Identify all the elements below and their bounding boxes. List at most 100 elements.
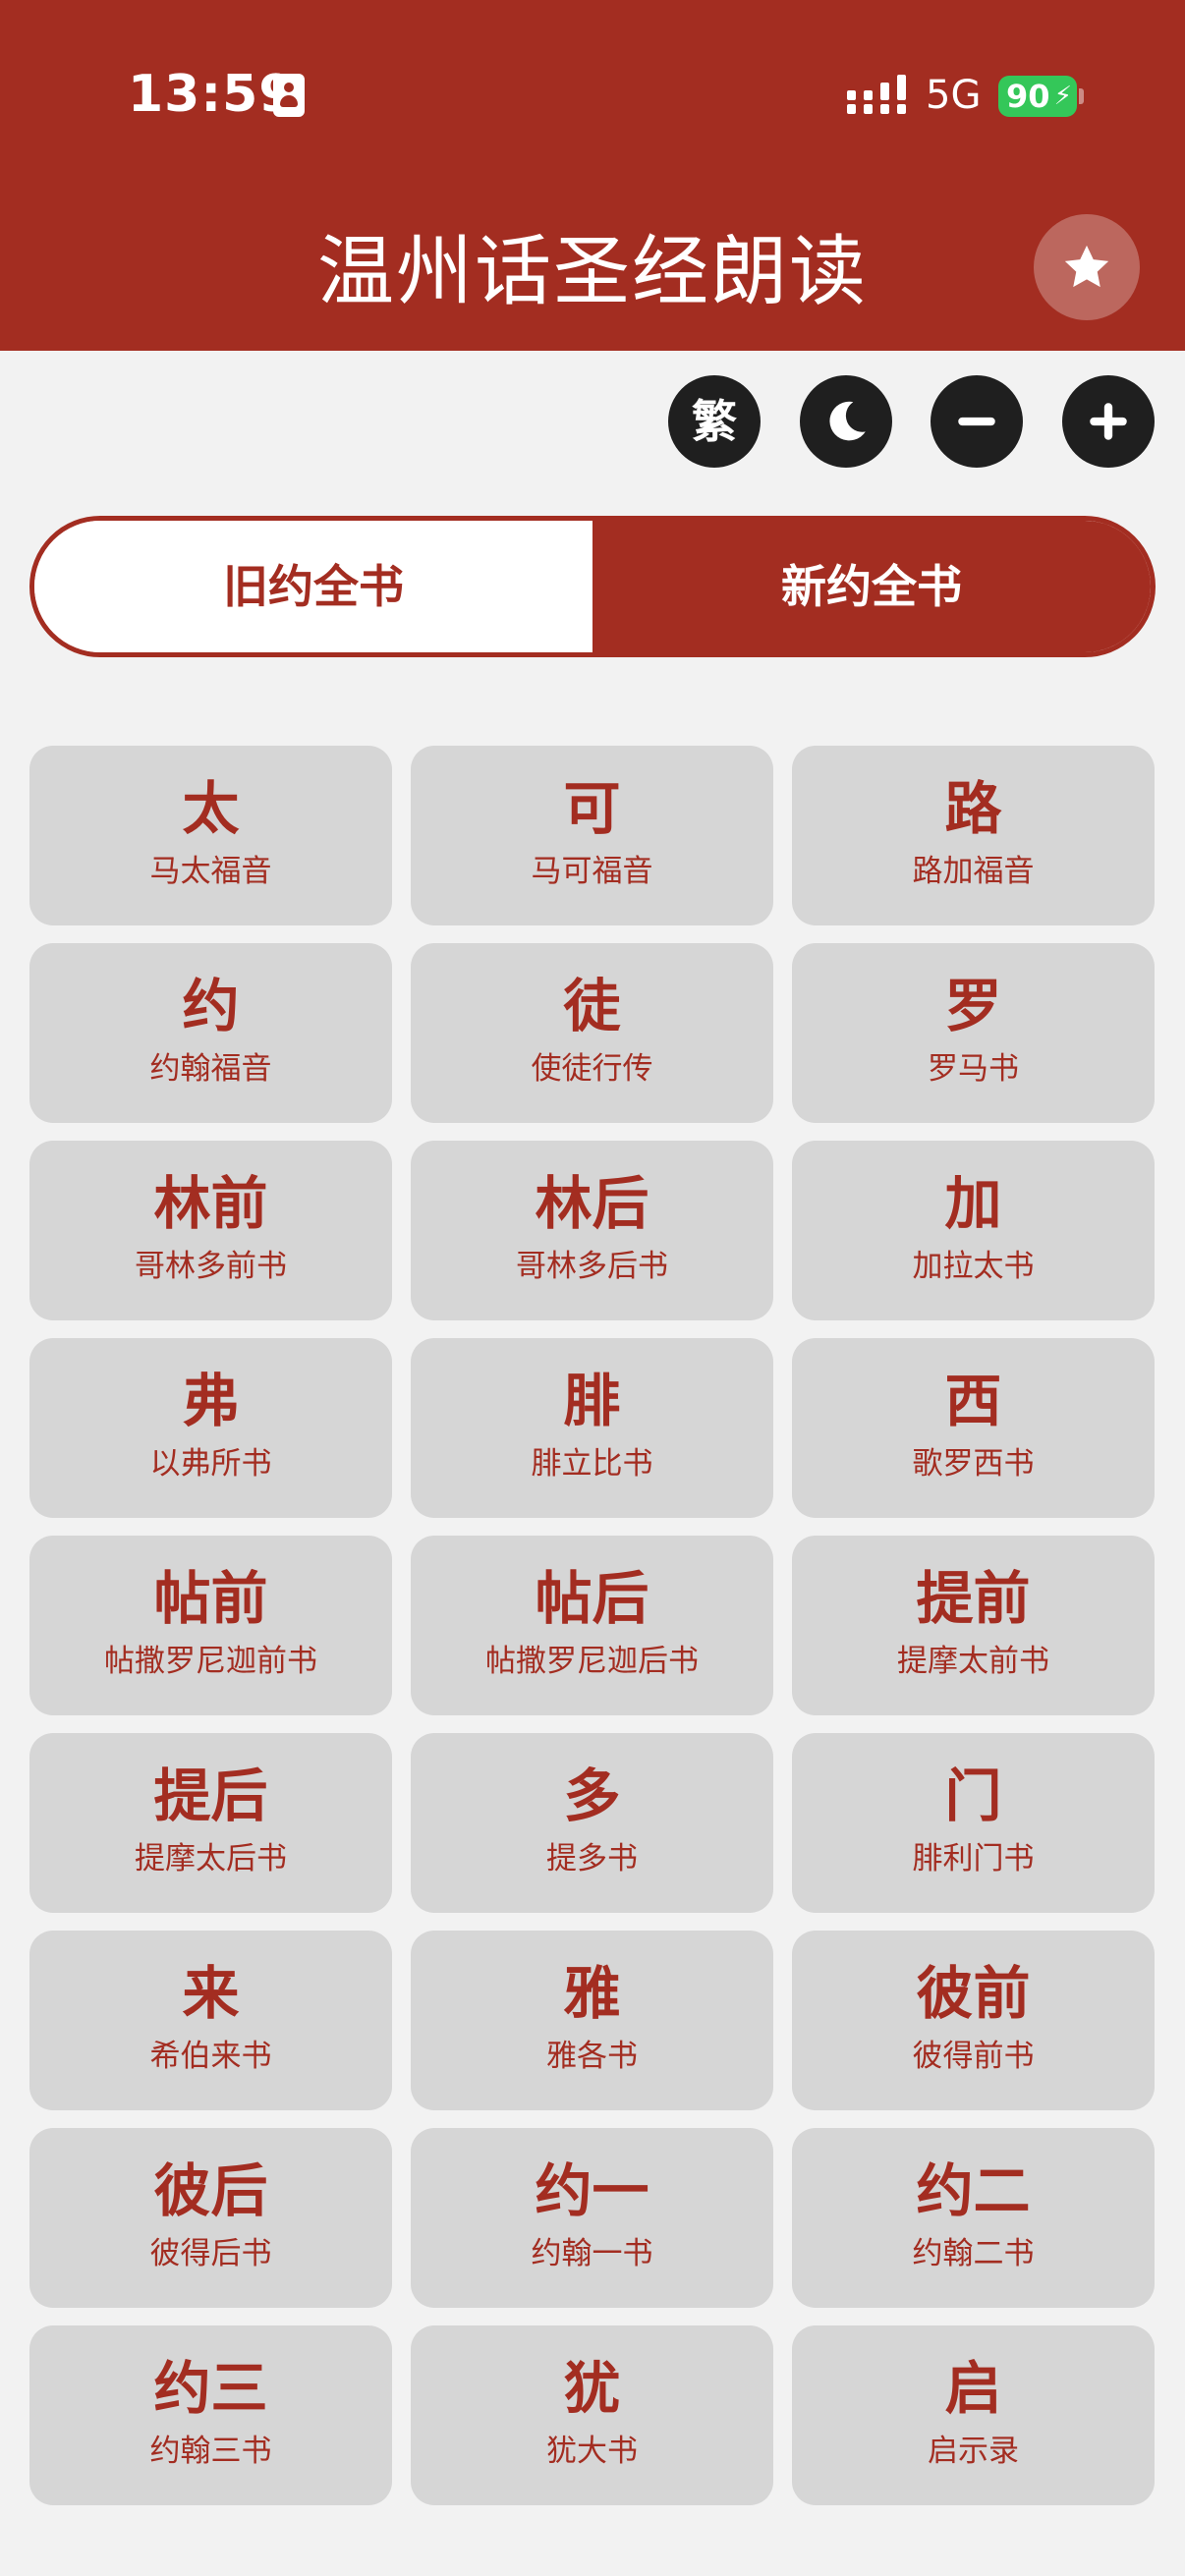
book-tile[interactable]: 约一 约翰一书 — [411, 2128, 773, 2308]
book-tile[interactable]: 彼前 彼得前书 — [792, 1931, 1155, 2110]
book-tile[interactable]: 来希伯来书 — [29, 1931, 392, 2110]
book-tile[interactable]: 门腓利门书 — [792, 1733, 1155, 1913]
book-tile[interactable]: 太马太福音 — [29, 746, 392, 925]
book-name: 马太福音 — [149, 854, 272, 889]
battery-indicator: 90 ⚡ — [998, 76, 1077, 117]
book-name: 哥林多前书 — [135, 1249, 287, 1284]
book-name: 约翰一书 — [531, 2236, 653, 2271]
book-tile[interactable]: 林后 哥林多后书 — [411, 1141, 773, 1320]
app-header: 13:59 5G 90 ⚡ 温州话圣经朗读 — [0, 0, 1185, 351]
book-abbreviation: 西 — [944, 1368, 1002, 1434]
book-grid: 太马太福音可马可福音路路加福音约约翰福音徒使徒行传罗罗马书 林前 哥林多前书 林后 哥林… — [29, 746, 1156, 2505]
book-abbreviation: 林后 — [535, 1170, 649, 1237]
book-tile[interactable]: 约约翰福音 — [29, 943, 392, 1123]
book-abbreviation: 犹 — [563, 2355, 621, 2422]
book-name: 彼得后书 — [149, 2236, 272, 2271]
status-time: 13:59 — [128, 65, 296, 124]
tab-old-testament[interactable]: 旧约全书 — [34, 521, 592, 652]
font-larger-button[interactable] — [1062, 375, 1155, 468]
book-name: 哥林多后书 — [516, 1249, 668, 1284]
book-abbreviation: 多 — [563, 1763, 621, 1829]
book-abbreviation: 约三 — [153, 2355, 268, 2422]
book-name: 提摩太后书 — [135, 1841, 287, 1876]
traditional-chinese-label: 繁 — [692, 395, 737, 448]
book-abbreviation: 提前 — [916, 1565, 1031, 1632]
book-abbreviation: 林前 — [153, 1170, 268, 1237]
book-name: 使徒行传 — [531, 1051, 653, 1087]
book-tile[interactable]: 加加拉太书 — [792, 1141, 1155, 1320]
font-smaller-button[interactable] — [931, 375, 1023, 468]
book-tile[interactable]: 罗罗马书 — [792, 943, 1155, 1123]
book-abbreviation: 提后 — [153, 1763, 268, 1829]
book-tile[interactable]: 弗以弗所书 — [29, 1338, 392, 1518]
book-tile[interactable]: 西歌罗西书 — [792, 1338, 1155, 1518]
book-tile[interactable]: 雅雅各书 — [411, 1931, 773, 2110]
moon-icon — [829, 401, 866, 441]
charging-bolt-icon: ⚡ — [1053, 82, 1072, 111]
book-name: 启示录 — [928, 2434, 1019, 2469]
tab-new-testament[interactable]: 新约全书 — [592, 521, 1151, 652]
star-icon — [1064, 245, 1109, 288]
book-tile[interactable]: 帖前 帖撒罗尼迦前书 — [29, 1536, 392, 1715]
book-abbreviation: 彼前 — [916, 1960, 1031, 2027]
book-abbreviation: 弗 — [182, 1368, 240, 1434]
book-tile[interactable]: 约三 约翰三书 — [29, 2325, 392, 2505]
network-type: 5G — [926, 73, 982, 118]
book-name: 以弗所书 — [149, 1446, 272, 1482]
book-tile[interactable]: 约二 约翰二书 — [792, 2128, 1155, 2308]
book-tile[interactable]: 提前 提摩太前书 — [792, 1536, 1155, 1715]
cellular-signal-icon — [847, 75, 906, 114]
book-tile[interactable]: 多提多书 — [411, 1733, 773, 1913]
book-tile[interactable]: 彼后 彼得后书 — [29, 2128, 392, 2308]
book-abbreviation: 约 — [182, 973, 240, 1039]
book-abbreviation: 罗 — [944, 973, 1002, 1039]
book-tile[interactable]: 启启示录 — [792, 2325, 1155, 2505]
book-name: 腓立比书 — [531, 1446, 653, 1482]
book-abbreviation: 太 — [182, 775, 240, 842]
book-tile[interactable]: 犹犹大书 — [411, 2325, 773, 2505]
book-abbreviation: 彼后 — [153, 2157, 268, 2224]
book-abbreviation: 路 — [944, 775, 1002, 842]
dark-mode-button[interactable] — [800, 375, 892, 468]
book-abbreviation: 帖前 — [153, 1565, 268, 1632]
book-name: 罗马书 — [928, 1051, 1019, 1087]
testament-switch: 旧约全书 新约全书 — [29, 516, 1156, 657]
favorites-button[interactable] — [1034, 214, 1140, 320]
book-abbreviation: 约一 — [535, 2157, 649, 2224]
book-name: 犹大书 — [546, 2434, 638, 2469]
book-name: 希伯来书 — [149, 2039, 272, 2074]
book-name: 加拉太书 — [912, 1249, 1035, 1284]
book-tile[interactable]: 帖后 帖撒罗尼迦后书 — [411, 1536, 773, 1715]
book-tile[interactable]: 路路加福音 — [792, 746, 1155, 925]
book-tile[interactable]: 徒使徒行传 — [411, 943, 773, 1123]
book-abbreviation: 帖后 — [535, 1565, 649, 1632]
book-name: 帖撒罗尼迦前书 — [104, 1644, 317, 1679]
book-abbreviation: 雅 — [563, 1960, 621, 2027]
battery-tip — [1079, 88, 1084, 104]
book-name: 约翰二书 — [912, 2236, 1035, 2271]
book-name: 提摩太前书 — [897, 1644, 1049, 1679]
book-name: 歌罗西书 — [912, 1446, 1035, 1482]
book-name: 提多书 — [546, 1841, 638, 1876]
battery-level: 90 — [1006, 78, 1050, 115]
book-name: 马可福音 — [531, 854, 653, 889]
book-abbreviation: 可 — [563, 775, 621, 842]
book-name: 约翰三书 — [149, 2434, 272, 2469]
book-name: 约翰福音 — [149, 1051, 272, 1087]
book-abbreviation: 启 — [944, 2355, 1002, 2422]
book-abbreviation: 徒 — [563, 973, 621, 1039]
minus-icon — [958, 417, 995, 426]
book-tile[interactable]: 提后 提摩太后书 — [29, 1733, 392, 1913]
traditional-chinese-button[interactable]: 繁 — [668, 375, 761, 468]
contact-card-icon — [273, 74, 305, 117]
book-abbreviation: 门 — [944, 1763, 1002, 1829]
book-name: 帖撒罗尼迦后书 — [485, 1644, 699, 1679]
book-name: 雅各书 — [546, 2039, 638, 2074]
book-tile[interactable]: 林前 哥林多前书 — [29, 1141, 392, 1320]
book-tile[interactable]: 可马可福音 — [411, 746, 773, 925]
book-abbreviation: 来 — [182, 1960, 240, 2027]
book-abbreviation: 加 — [944, 1170, 1002, 1237]
app-title: 温州话圣经朗读 — [316, 228, 868, 316]
book-abbreviation: 约二 — [916, 2157, 1031, 2224]
book-tile[interactable]: 腓腓立比书 — [411, 1338, 773, 1518]
